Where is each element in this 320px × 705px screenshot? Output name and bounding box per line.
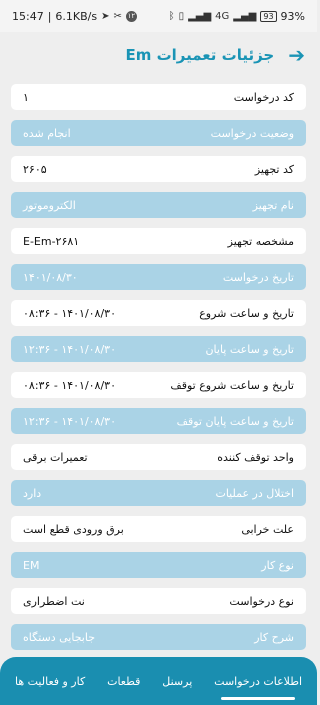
status-right: ᛒ ▯ ▂▄▆ 4G ▂▄▆ 93 93% [169, 10, 305, 23]
detail-label: تاریخ و ساعت شروع [199, 306, 294, 320]
detail-row: مشخصه تجهیز E-Em-۲۶۸۱ [11, 228, 306, 254]
detail-label: وضعیت درخواست [210, 126, 294, 140]
detail-label: شرح کار [254, 630, 294, 644]
detail-row: تاریخ و ساعت پایان توقف ۱۴۰۱/۰۸/۳۰ - ۱۲:۳… [11, 408, 306, 434]
detail-value: تعمیرات برقی [23, 450, 88, 464]
detail-label: کد تجهیز [254, 162, 294, 176]
detail-row: اختلال در عملیات دارد [11, 480, 306, 506]
detail-row: واحد توقف کننده تعمیرات برقی [11, 444, 306, 470]
network-speed: 6.1KB/s [55, 9, 98, 23]
detail-value: ۱۴۰۱/۰۸/۳۰ - ۱۲:۳۶ [23, 414, 116, 428]
signal-icon-2: ▂▄▆ [233, 10, 257, 22]
detail-row: تاریخ درخواست ۱۴۰۱/۰۸/۳۰ [11, 264, 306, 290]
battery-icon: 93 [260, 10, 277, 22]
bottom-navigation: اطلاعات درخواست پرسنل قطعات کار و فعالیت ها [0, 657, 317, 705]
detail-value: ۱ [23, 90, 29, 104]
network-type: 4G [215, 10, 230, 22]
detail-label: نام تجهیز [252, 198, 294, 212]
detail-value: ۱۴۰۱/۰۸/۳۰ - ۰۸:۳۶ [23, 378, 116, 392]
signal-icon: ▂▄▆ [188, 10, 212, 22]
detail-value: ۲۶۰۵ [23, 162, 47, 176]
detail-label: اختلال در عملیات [215, 486, 294, 500]
detail-value: برق ورودی قطع است [23, 522, 124, 536]
bluetooth-icon: ᛒ [168, 10, 175, 22]
nav-tab[interactable]: کار و فعالیت ها [13, 665, 87, 698]
send-icon: ➤ [101, 10, 110, 22]
tools-icon: ✂ [113, 10, 122, 22]
detail-value: EM [23, 558, 40, 572]
detail-row: تاریخ و ساعت شروع توقف ۱۴۰۱/۰۸/۳۰ - ۰۸:۳۶ [11, 372, 306, 398]
detail-label: نوع درخواست [229, 594, 294, 608]
detail-label: واحد توقف کننده [217, 450, 294, 464]
nav-tab[interactable]: قطعات [105, 665, 142, 698]
detail-row: تاریخ و ساعت پایان ۱۴۰۱/۰۸/۳۰ - ۱۲:۳۶ [11, 336, 306, 362]
detail-label: کد درخواست [233, 90, 294, 104]
detail-row: وضعیت درخواست انجام شده [11, 120, 306, 146]
detail-label: تاریخ و ساعت شروع توقف [170, 378, 294, 392]
vibrate-icon: ▯ [178, 10, 185, 22]
detail-row: نوع درخواست نت اضطراری [11, 588, 306, 614]
detail-row: کد درخواست ۱ [11, 84, 306, 110]
detail-row: علت خرابی برق ورودی قطع است [11, 516, 306, 542]
detail-row: کد تجهیز ۲۶۰۵ [11, 156, 306, 182]
detail-value: E-Em-۲۶۸۱ [23, 234, 80, 248]
detail-value: دارد [23, 486, 42, 500]
detail-value: جابجایی دستگاه [23, 630, 96, 644]
detail-value: ۱۴۰۱/۰۸/۳۰ - ۰۸:۳۶ [23, 306, 116, 320]
detail-row: شرح کار جابجایی دستگاه [11, 624, 306, 650]
page-title: جزئیات تعمیرات Em [125, 46, 275, 64]
battery-percent: 93% [280, 9, 305, 23]
detail-label: مشخصه تجهیز [227, 234, 294, 248]
status-time: 15:47 [12, 9, 44, 23]
arrow-right-icon[interactable]: ➔ [288, 45, 305, 65]
detail-value: نت اضطراری [23, 594, 85, 608]
detail-row: نام تجهیز الکتروموتور [11, 192, 306, 218]
detail-label: تاریخ و ساعت پایان [205, 342, 294, 356]
status-bar: 15:47 | 6.1KB/s ➤ ✂ ۱۲ ᛒ ▯ ▂▄▆ 4G ▂▄▆ 93… [0, 0, 317, 32]
detail-value: الکتروموتور [23, 198, 76, 212]
detail-label: نوع کار [261, 558, 294, 572]
detail-value: انجام شده [23, 126, 71, 140]
detail-value: ۱۴۰۱/۰۸/۳۰ [23, 270, 78, 284]
app-bar: جزئیات تعمیرات Em ➔ [0, 32, 317, 78]
detail-label: علت خرابی [241, 522, 294, 536]
nav-tab[interactable]: پرسنل [160, 665, 194, 698]
details-list: کد درخواست ۱ وضعیت درخواست انجام شده کد تجهی… [11, 84, 306, 660]
detail-label: تاریخ و ساعت پایان توقف [176, 414, 294, 428]
detail-value: ۱۴۰۱/۰۸/۳۰ - ۱۲:۳۶ [23, 342, 116, 356]
detail-row: نوع کار EM [11, 552, 306, 578]
status-left: 15:47 | 6.1KB/s ➤ ✂ ۱۲ [12, 9, 137, 23]
notification-badge: ۱۲ [125, 10, 137, 22]
detail-row: تاریخ و ساعت شروع ۱۴۰۱/۰۸/۳۰ - ۰۸:۳۶ [11, 300, 306, 326]
nav-tab[interactable]: اطلاعات درخواست [212, 665, 304, 700]
detail-label: تاریخ درخواست [222, 270, 294, 284]
